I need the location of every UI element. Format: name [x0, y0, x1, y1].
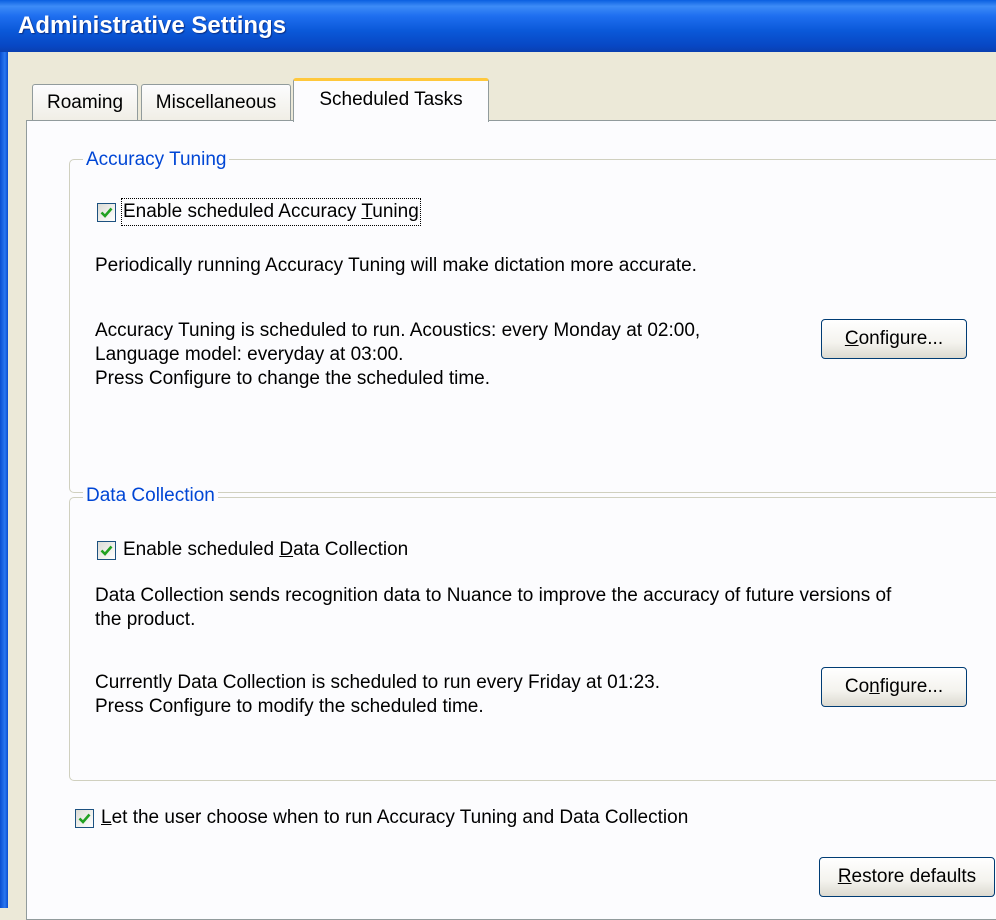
- data-collection-configure-button[interactable]: Configure...: [821, 667, 967, 707]
- tab-panel: Accuracy Tuning Enable scheduled Accurac…: [26, 120, 996, 920]
- access-key: n: [869, 676, 880, 697]
- access-key: L: [101, 807, 112, 828]
- check-icon: [100, 545, 113, 556]
- accuracy-tuning-checkbox[interactable]: [97, 203, 116, 222]
- accuracy-tuning-checkbox-label[interactable]: Enable scheduled Accuracy Tuning: [121, 198, 421, 226]
- window-frame-left: [0, 52, 8, 908]
- check-icon: [78, 813, 91, 824]
- data-collection-legend: Data Collection: [83, 485, 218, 507]
- title-bar[interactable]: Administrative Settings: [0, 0, 996, 52]
- accuracy-tuning-schedule-line1: Accuracy Tuning is scheduled to run. Aco…: [95, 320, 701, 341]
- label-part: uning: [372, 201, 419, 222]
- tab-roaming[interactable]: Roaming: [32, 84, 138, 121]
- accuracy-tuning-description: Periodically running Accuracy Tuning wil…: [95, 255, 697, 276]
- label-part: ata Collection: [293, 539, 409, 560]
- data-collection-checkbox-label[interactable]: Enable scheduled Data Collection: [123, 538, 408, 562]
- data-collection-description-line1: Data Collection sends recognition data t…: [95, 585, 892, 606]
- access-key: C: [844, 328, 859, 349]
- data-collection-checkbox[interactable]: [97, 541, 116, 560]
- data-collection-schedule-line1: Currently Data Collection is scheduled t…: [95, 672, 660, 693]
- button-label: Co: [844, 676, 870, 697]
- accuracy-tuning-legend: Accuracy Tuning: [83, 149, 230, 171]
- accuracy-tuning-schedule-line2: Language model: everyday at 03:00.: [95, 344, 404, 365]
- check-icon: [100, 207, 113, 218]
- tab-scheduled-tasks[interactable]: Scheduled Tasks: [293, 78, 489, 122]
- restore-defaults-button[interactable]: Restore defaults: [819, 857, 995, 897]
- access-key: T: [361, 201, 373, 222]
- label-part: Enable scheduled: [123, 539, 280, 560]
- user-choice-label[interactable]: Let the user choose when to run Accuracy…: [101, 806, 688, 830]
- label-part: Enable scheduled Accuracy: [123, 201, 362, 222]
- button-label: estore defaults: [851, 866, 977, 887]
- button-label: onfigure...: [858, 328, 944, 349]
- data-collection-description-line2: the product.: [95, 609, 196, 630]
- button-label: figure...: [879, 676, 944, 697]
- access-key: R: [837, 866, 852, 887]
- label-part: et the user choose when to run Accuracy …: [111, 807, 689, 828]
- accuracy-tuning-schedule-line3: Press Configure to change the scheduled …: [95, 368, 491, 389]
- tab-miscellaneous[interactable]: Miscellaneous: [141, 84, 291, 121]
- access-key: D: [279, 539, 294, 560]
- window-title: Administrative Settings: [18, 12, 287, 39]
- user-choice-checkbox[interactable]: [75, 809, 94, 828]
- accuracy-tuning-configure-button[interactable]: Configure...: [821, 319, 967, 359]
- data-collection-schedule-line2: Press Configure to modify the scheduled …: [95, 696, 484, 717]
